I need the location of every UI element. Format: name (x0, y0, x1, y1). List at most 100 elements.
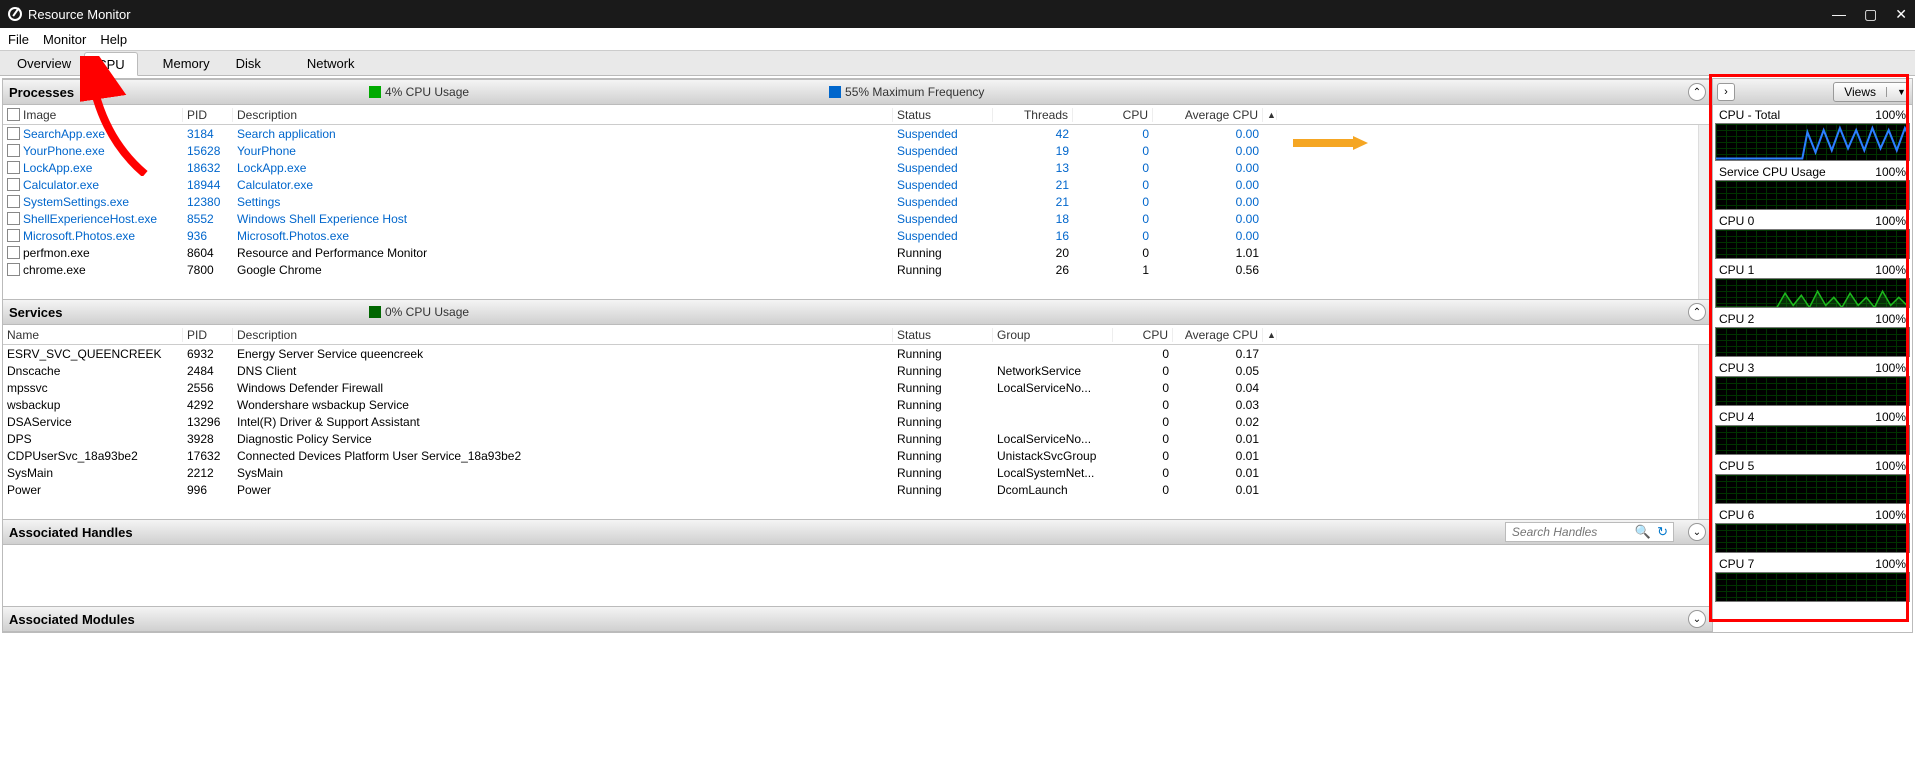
tab-memory[interactable]: Memory (150, 51, 223, 75)
process-row[interactable]: SystemSettings.exe12380SettingsSuspended… (3, 193, 1712, 210)
col-svc-cpu[interactable]: CPU (1113, 328, 1173, 342)
refresh-icon[interactable]: ↻ (1657, 524, 1668, 540)
tab-overview[interactable]: Overview (4, 51, 84, 75)
col-svc-desc[interactable]: Description (233, 328, 893, 342)
chart-canvas (1715, 376, 1910, 406)
process-row[interactable]: YourPhone.exe15628YourPhoneSuspended1900… (3, 142, 1712, 159)
col-threads[interactable]: Threads (993, 108, 1073, 122)
service-row[interactable]: Dnscache2484DNS ClientRunningNetworkServ… (3, 362, 1712, 379)
col-svc-pid[interactable]: PID (183, 328, 233, 342)
tab-disk[interactable]: Disk (223, 51, 274, 75)
expand-handles-icon[interactable]: ⌄ (1688, 523, 1706, 541)
cpu-usage-text: 4% CPU Usage (385, 85, 469, 99)
processes-columns: Image PID Description Status Threads CPU… (3, 105, 1712, 125)
chart-canvas (1715, 180, 1910, 210)
chart-block: Service CPU Usage100% (1715, 164, 1910, 210)
menu-file[interactable]: File (8, 32, 29, 47)
col-description[interactable]: Description (233, 108, 893, 122)
menubar: File Monitor Help (0, 28, 1915, 50)
service-row[interactable]: DPS3928Diagnostic Policy ServiceRunningL… (3, 430, 1712, 447)
service-row[interactable]: wsbackup4292Wondershare wsbackup Service… (3, 396, 1712, 413)
chart-label: CPU 2 (1719, 312, 1754, 326)
process-row[interactable]: chrome.exe7800Google ChromeRunning2610.5… (3, 261, 1712, 278)
col-pid[interactable]: PID (183, 108, 233, 122)
cpu-usage-meter-icon (369, 86, 381, 98)
row-checkbox[interactable] (7, 178, 20, 191)
row-checkbox[interactable] (7, 263, 20, 276)
chart-block: CPU 0100% (1715, 213, 1910, 259)
process-row[interactable]: ShellExperienceHost.exe8552Windows Shell… (3, 210, 1712, 227)
left-pane: Processes 4% CPU Usage 55% Maximum Frequ… (3, 79, 1712, 632)
chart-pct: 100% (1875, 312, 1906, 326)
chart-pct: 100% (1875, 410, 1906, 424)
minimize-button[interactable]: — (1832, 6, 1846, 23)
collapse-services-icon[interactable]: ⌃ (1688, 303, 1706, 321)
chart-label: CPU 7 (1719, 557, 1754, 571)
chart-pct: 100% (1875, 361, 1906, 375)
col-avg-cpu[interactable]: Average CPU (1153, 108, 1263, 122)
chart-block: CPU 4 100% (1715, 409, 1910, 455)
search-icon[interactable]: 🔍 (1635, 524, 1651, 540)
menu-monitor[interactable]: Monitor (43, 32, 86, 47)
charts-nav-button[interactable]: › (1717, 83, 1735, 101)
row-checkbox[interactable] (7, 195, 20, 208)
assoc-modules-header[interactable]: Associated Modules ⌄ (3, 606, 1712, 632)
col-cpu[interactable]: CPU (1073, 108, 1153, 122)
process-row[interactable]: SearchApp.exe3184Search applicationSuspe… (3, 125, 1712, 142)
processes-scrollbar[interactable] (1698, 125, 1712, 299)
col-svc-group[interactable]: Group (993, 328, 1113, 342)
col-svc-avg[interactable]: Average CPU (1173, 328, 1263, 342)
service-row[interactable]: Power996PowerRunningDcomLaunch00.01 (3, 481, 1712, 498)
process-row[interactable]: LockApp.exe18632LockApp.exeSuspended1300… (3, 159, 1712, 176)
window-title: Resource Monitor (28, 7, 1832, 22)
views-dropdown[interactable]: Views ▼ (1833, 82, 1908, 102)
row-checkbox[interactable] (7, 246, 20, 259)
close-button[interactable]: ✕ (1895, 6, 1907, 23)
sort-indicator-svc-icon: ▲ (1263, 330, 1277, 340)
process-row[interactable]: perfmon.exe8604Resource and Performance … (3, 244, 1712, 261)
chart-pct: 100% (1875, 508, 1906, 522)
col-image[interactable]: Image (23, 108, 56, 122)
chart-pct: 100% (1875, 557, 1906, 571)
row-checkbox[interactable] (7, 127, 20, 140)
service-row[interactable]: CDPUserSvc_18a93be217632Connected Device… (3, 447, 1712, 464)
search-handles-input[interactable] (1512, 525, 1632, 539)
expand-modules-icon[interactable]: ⌄ (1688, 610, 1706, 628)
views-label: Views (1834, 85, 1886, 99)
process-row[interactable]: Calculator.exe18944Calculator.exeSuspend… (3, 176, 1712, 193)
process-row[interactable]: Microsoft.Photos.exe936Microsoft.Photos.… (3, 227, 1712, 244)
tab-network[interactable]: Network (294, 51, 368, 75)
chart-block: CPU 3100% (1715, 360, 1910, 406)
service-row[interactable]: DSAService13296Intel(R) Driver & Support… (3, 413, 1712, 430)
maximize-button[interactable]: ▢ (1864, 6, 1877, 23)
sort-indicator-icon: ▲ (1263, 110, 1277, 120)
col-svc-name[interactable]: Name (3, 328, 183, 342)
service-row[interactable]: ESRV_SVC_QUEENCREEK6932Energy Server Ser… (3, 345, 1712, 362)
assoc-modules-title: Associated Modules (9, 612, 369, 627)
row-checkbox[interactable] (7, 144, 20, 157)
chart-label: CPU 4 (1719, 410, 1754, 424)
row-checkbox[interactable] (7, 212, 20, 225)
select-all-checkbox[interactable] (7, 108, 20, 121)
chart-block: CPU 6100% (1715, 507, 1910, 553)
chart-canvas (1715, 278, 1910, 308)
services-columns: Name PID Description Status Group CPU Av… (3, 325, 1712, 345)
services-title: Services (9, 305, 369, 320)
search-handles-box: 🔍 ↻ (1505, 522, 1674, 542)
assoc-handles-header[interactable]: Associated Handles 🔍 ↻ ⌄ (3, 519, 1712, 545)
chart-canvas (1715, 523, 1910, 553)
processes-header[interactable]: Processes 4% CPU Usage 55% Maximum Frequ… (3, 79, 1712, 105)
service-row[interactable]: mpssvc2556Windows Defender FirewallRunni… (3, 379, 1712, 396)
tab-cpu[interactable]: CPU (84, 52, 137, 76)
menu-help[interactable]: Help (100, 32, 127, 47)
row-checkbox[interactable] (7, 161, 20, 174)
row-checkbox[interactable] (7, 229, 20, 242)
services-scrollbar[interactable] (1698, 345, 1712, 519)
col-svc-status[interactable]: Status (893, 328, 993, 342)
chart-pct: 100% (1875, 108, 1906, 122)
max-freq-meter-icon (829, 86, 841, 98)
collapse-processes-icon[interactable]: ⌃ (1688, 83, 1706, 101)
col-status[interactable]: Status (893, 108, 993, 122)
service-row[interactable]: SysMain2212SysMainRunningLocalSystemNet.… (3, 464, 1712, 481)
services-header[interactable]: Services 0% CPU Usage ⌃ (3, 299, 1712, 325)
